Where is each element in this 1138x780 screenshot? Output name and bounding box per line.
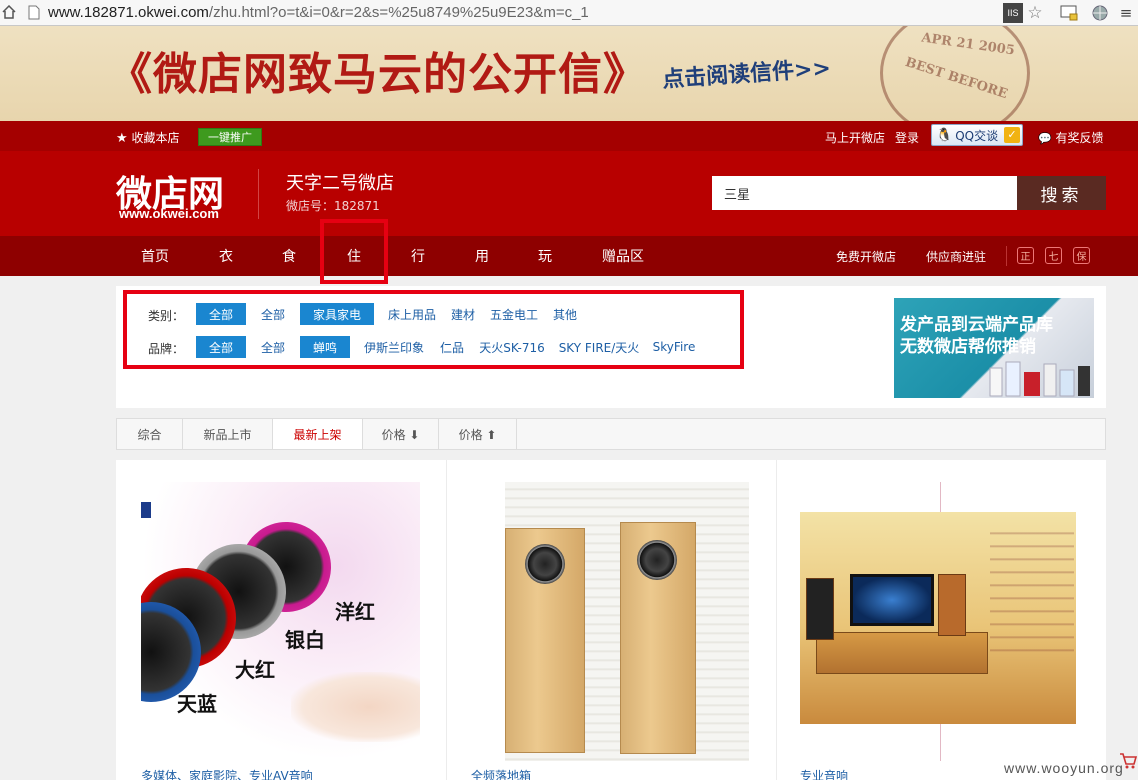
feedback-label: 有奖反馈 [1055, 131, 1104, 145]
home-icon[interactable] [2, 5, 16, 19]
header-divider [258, 169, 259, 219]
qq-chat-label: QQ交谈 [955, 128, 999, 143]
brand-mark [141, 502, 151, 518]
tv-stand [816, 632, 988, 674]
sort-latest[interactable]: 最新上架 [273, 419, 363, 449]
star-icon: ★ [116, 131, 128, 146]
banner-cta[interactable]: 点击阅读信件>> [661, 50, 832, 94]
shop-number: 微店号：182871 [286, 199, 380, 213]
shopping-cart-icon[interactable] [1118, 750, 1138, 770]
stamp-text: BEST BEFORE [903, 54, 1010, 103]
shop-name: 天字二号微店 [286, 173, 394, 194]
search-button[interactable]: 搜索 [1017, 176, 1106, 210]
top-utility-bar: ★ 收藏本店 一键推广 马上开微店 登录 🐧 QQ交谈 ✓ 💬 有奖反馈 [0, 121, 1138, 151]
column-divider [776, 460, 777, 780]
left-driver [525, 544, 565, 584]
banner-title: 《微店网致马云的公开信》 [108, 49, 648, 100]
login-link[interactable]: 登录 [895, 129, 919, 146]
color-label-red: 大红 [235, 658, 275, 682]
right-speaker [938, 574, 966, 636]
qq-penguin-icon: 🐧 [936, 127, 953, 143]
bookmark-shop-link[interactable]: ★ 收藏本店 [116, 129, 180, 146]
open-shop-link[interactable]: 马上开微店 [825, 129, 885, 146]
filter-panel: 类别： 全部 全部 家具家电 床上用品 建材 五金电工 其他 品牌： 全部 全部… [116, 286, 1106, 408]
search-input[interactable] [712, 176, 1017, 210]
nav-home[interactable]: 首页 [125, 236, 185, 276]
one-click-promote-button[interactable]: 一键推广 [198, 128, 262, 146]
product-grid: 洋红 银白 大红 天蓝 多媒体、家庭影院、专业AV音响 全频落地箱 专业音响 [116, 460, 1106, 780]
hand-illustration [291, 672, 420, 742]
site-logo-url: www.okwei.com [119, 206, 219, 221]
nav-travel[interactable]: 行 [388, 236, 448, 276]
sort-bar: 综合 新品上市 最新上架 价格 ⬇ 价格 ⬆ [116, 418, 1106, 450]
nav-use[interactable]: 用 [452, 236, 512, 276]
sort-price-asc[interactable]: 价格 ⬆ [439, 419, 517, 449]
page-icon [28, 5, 40, 20]
product-title[interactable]: 全频落地箱 [471, 767, 531, 780]
sort-new-arrivals[interactable]: 新品上市 [183, 419, 273, 449]
seven-day-return-badge-icon[interactable]: 七 [1045, 247, 1062, 264]
product-title[interactable]: 专业音响 [800, 767, 848, 780]
television [850, 574, 934, 626]
supplier-join-link[interactable]: 供应商进驻 [926, 248, 986, 265]
stamp-date: APR 21 2005 [920, 30, 1016, 59]
nav-gift-zone[interactable]: 赠品区 [588, 236, 658, 276]
guarantee-badge-icon[interactable]: 保 [1073, 247, 1090, 264]
filter-highlight-box [123, 290, 744, 369]
genuine-badge-icon[interactable]: 正 [1017, 247, 1034, 264]
shop-header: 微店网 www.okwei.com 天字二号微店 微店号：182871 搜索 [0, 151, 1138, 236]
spec-text-block [990, 522, 1074, 662]
left-speaker [806, 578, 834, 640]
nav-clothing[interactable]: 衣 [196, 236, 256, 276]
main-nav: 首页 衣 食 住 行 用 玩 赠品区 免费开微店 供应商进驻 正 七 保 [0, 236, 1138, 276]
url-host: www.182871.okwei.com [48, 4, 209, 21]
globe-icon[interactable] [1090, 3, 1110, 23]
color-label-magenta: 洋红 [335, 600, 375, 624]
product-image[interactable]: 洋红 银白 大红 天蓝 [141, 482, 420, 761]
postmark-stamp: APR 21 2005 BEST BEFORE [880, 26, 1030, 121]
star-bookmark-icon[interactable]: ☆ [1025, 3, 1045, 23]
nav-separator [1006, 246, 1007, 266]
color-label-silver: 银白 [285, 628, 325, 652]
url-path: /zhu.html?o=t&i=0&r=2&s=%25u8749%25u9E23… [208, 4, 589, 21]
url-field[interactable]: www.182871.okwei.com/zhu.html?o=t&i=0&r=… [48, 4, 589, 21]
sort-overall[interactable]: 综合 [117, 419, 183, 449]
product-title[interactable]: 多媒体、家庭影院、专业AV音响 [141, 767, 313, 780]
sort-price-desc[interactable]: 价格 ⬇ [363, 419, 439, 449]
column-divider [446, 460, 447, 780]
bookmark-shop-label: 收藏本店 [131, 131, 180, 145]
product-image[interactable] [800, 482, 1080, 761]
chat-bubble-icon: 💬 [1038, 132, 1052, 145]
feedback-link[interactable]: 💬 有奖反馈 [1038, 129, 1104, 146]
nav-highlight-box [320, 219, 388, 284]
iis-extension-icon[interactable]: IIS [1003, 3, 1023, 23]
nav-play[interactable]: 玩 [515, 236, 575, 276]
watermark: www.wooyun.org [1004, 760, 1124, 776]
promo-banner[interactable]: 《微店网致马云的公开信》 点击阅读信件>> APR 21 2005 BEST B… [0, 26, 1138, 121]
cloud-library-ad[interactable]: 发产品到云端产品库 无数微店帮你推销 [894, 298, 1094, 398]
screen-capture-icon[interactable] [1059, 3, 1079, 23]
ad-line-2: 无数微店帮你推销 [900, 337, 1036, 357]
nav-food[interactable]: 食 [259, 236, 319, 276]
right-driver [637, 540, 677, 580]
check-icon: ✓ [1004, 127, 1020, 143]
qq-chat-button[interactable]: 🐧 QQ交谈 ✓ [931, 124, 1023, 146]
free-open-shop-link[interactable]: 免费开微店 [836, 248, 896, 265]
product-bottles-image [989, 361, 1090, 397]
iis-extension-label: IIS [1007, 8, 1019, 18]
browser-address-bar: www.182871.okwei.com/zhu.html?o=t&i=0&r=… [0, 0, 1138, 26]
color-label-blue: 天蓝 [177, 692, 217, 716]
menu-wrench-icon[interactable]: ≡ [1116, 3, 1136, 23]
product-image[interactable] [505, 482, 749, 761]
